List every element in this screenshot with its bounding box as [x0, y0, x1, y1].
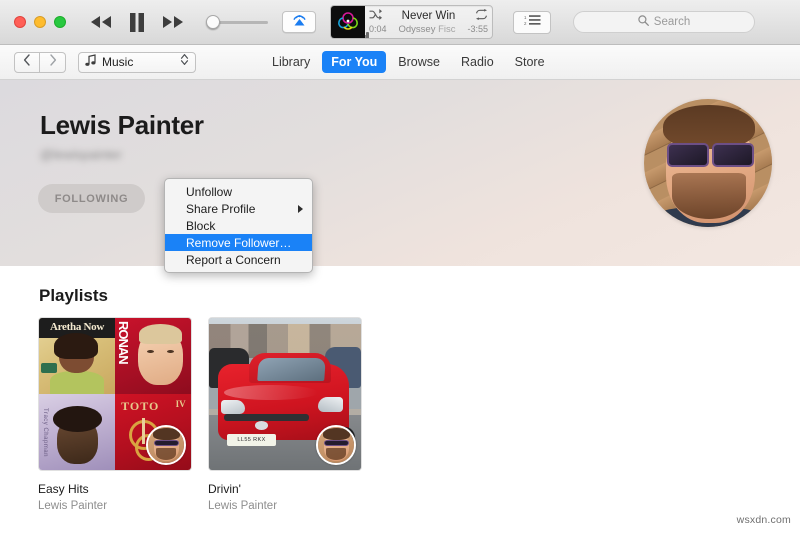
search-placeholder: Search	[653, 16, 691, 28]
media-source-dropdown[interactable]: Music	[78, 51, 196, 73]
now-playing-display[interactable]: Never Win 0:04 Odyssey Fisc -3:55	[330, 5, 493, 39]
remaining-time: -3:55	[467, 24, 488, 34]
playlist-title: Drivin'	[208, 482, 241, 496]
forward-button[interactable]	[40, 51, 66, 73]
album-cover-aretha-now: Aretha Now	[39, 318, 115, 394]
now-playing-artist: Odyssey	[398, 24, 436, 35]
menu-item-share-profile[interactable]: Share Profile	[165, 200, 312, 217]
now-playing-album: Fisc	[438, 24, 456, 35]
now-playing-top-row: Never Win	[369, 8, 488, 23]
minimize-button[interactable]	[34, 16, 46, 28]
album-cover-title: RONAN	[115, 321, 131, 364]
playlist-artwork-collage[interactable]: Aretha Now RONAN Tracy Chapman TOTO IV	[38, 317, 192, 471]
profile-handle: @lewispainter	[40, 147, 122, 162]
owner-avatar-photo	[148, 427, 184, 463]
volume-knob[interactable]	[206, 15, 220, 29]
page-title: Lewis Painter	[40, 110, 204, 140]
fast-forward-icon[interactable]	[162, 15, 184, 29]
menu-item-label: Report a Concern	[186, 252, 281, 267]
profile-header: Lewis Painter @lewispainter FOLLOWING	[0, 80, 800, 266]
transport-controls	[90, 12, 184, 32]
menu-item-label: Unfollow	[186, 184, 233, 199]
window-titlebar: Never Win 0:04 Odyssey Fisc -3:55 1 2 Se…	[0, 0, 800, 45]
itunes-window: Never Win 0:04 Odyssey Fisc -3:55 1 2 Se…	[0, 0, 800, 537]
now-playing-meta: Odyssey Fisc	[391, 24, 464, 35]
search-icon	[638, 15, 649, 29]
svg-text:2: 2	[524, 21, 527, 26]
submenu-arrow-icon	[298, 204, 303, 213]
volume-slider[interactable]	[206, 13, 268, 31]
tab-radio[interactable]: Radio	[452, 51, 503, 73]
main-tabs: Library For You Browse Radio Store	[263, 51, 554, 73]
menu-item-block[interactable]: Block	[165, 217, 312, 234]
chevron-right-icon	[49, 53, 57, 71]
close-button[interactable]	[14, 16, 26, 28]
svg-text:1: 1	[524, 15, 527, 20]
playlist-title: Easy Hits	[38, 482, 89, 496]
album-cover-ronan: RONAN	[115, 318, 191, 394]
chevron-updown-icon	[180, 53, 189, 71]
album-artwork	[331, 6, 365, 38]
playlist-owner: Lewis Painter	[38, 500, 108, 512]
playlist-owner-avatar	[146, 425, 186, 465]
now-playing-info: Never Win 0:04 Odyssey Fisc -3:55	[365, 6, 492, 38]
search-input[interactable]: Search	[573, 11, 755, 33]
zoom-button[interactable]	[54, 16, 66, 28]
playlist-owner: Lewis Painter	[208, 500, 278, 512]
progress-knob[interactable]	[366, 32, 370, 38]
avatar[interactable]	[644, 99, 772, 227]
playlist-card[interactable]: Aretha Now RONAN Tracy Chapman TOTO IV E…	[38, 317, 192, 512]
menu-item-label: Block	[186, 218, 216, 233]
playlist-owner-avatar	[316, 425, 356, 465]
up-next-list-icon: 1 2	[524, 13, 541, 31]
tab-store[interactable]: Store	[506, 51, 554, 73]
traffic-lights	[14, 16, 66, 28]
album-cover-title: Tracy Chapman	[42, 407, 49, 457]
tab-for-you[interactable]: For You	[322, 51, 387, 73]
album-cover-tracy-chapman: Tracy Chapman	[39, 394, 115, 470]
media-source-label: Music	[102, 55, 134, 69]
album-cover-title: Aretha Now	[50, 321, 104, 334]
menu-item-remove-follower[interactable]: Remove Follower…	[165, 234, 312, 251]
up-next-button[interactable]: 1 2	[513, 10, 551, 34]
content-area: Playlists Aretha Now RONAN Tracy Chapman…	[0, 266, 800, 532]
repeat-icon[interactable]	[475, 7, 488, 25]
profile-context-menu: Unfollow Share Profile Block Remove Foll…	[164, 178, 313, 273]
playlists-heading: Playlists	[39, 286, 108, 305]
music-note-icon	[85, 53, 96, 71]
now-playing-title: Never Win	[401, 9, 456, 22]
rewind-icon[interactable]	[90, 15, 112, 29]
chevron-left-icon	[23, 53, 31, 71]
playlists-grid: Aretha Now RONAN Tracy Chapman TOTO IV E…	[38, 317, 362, 512]
back-button[interactable]	[14, 51, 40, 73]
playback-progress-bar[interactable]	[365, 32, 492, 38]
pause-icon[interactable]	[129, 12, 145, 32]
avatar-photo	[644, 99, 772, 227]
navigation-bar: Music Library For You Browse Radio Store	[0, 45, 800, 80]
shuffle-icon[interactable]	[369, 7, 382, 25]
elapsed-time: 0:04	[369, 24, 387, 34]
owner-avatar-photo	[318, 427, 354, 463]
menu-item-report-a-concern[interactable]: Report a Concern	[165, 251, 312, 268]
playlist-artwork-photo[interactable]: LL55 RKX	[208, 317, 362, 471]
menu-item-label: Remove Follower…	[186, 235, 292, 250]
tab-browse[interactable]: Browse	[389, 51, 449, 73]
watermark: wsxdn.com	[736, 514, 791, 526]
airplay-icon	[292, 13, 307, 32]
airplay-button[interactable]	[282, 11, 316, 33]
playlist-card[interactable]: LL55 RKX Drivin' Lewis Painter	[208, 317, 362, 512]
menu-item-label: Share Profile	[186, 201, 256, 216]
menu-item-unfollow[interactable]: Unfollow	[165, 183, 312, 200]
following-button[interactable]: FOLLOWING	[38, 184, 145, 213]
tab-library[interactable]: Library	[263, 51, 319, 73]
history-buttons	[14, 51, 66, 73]
